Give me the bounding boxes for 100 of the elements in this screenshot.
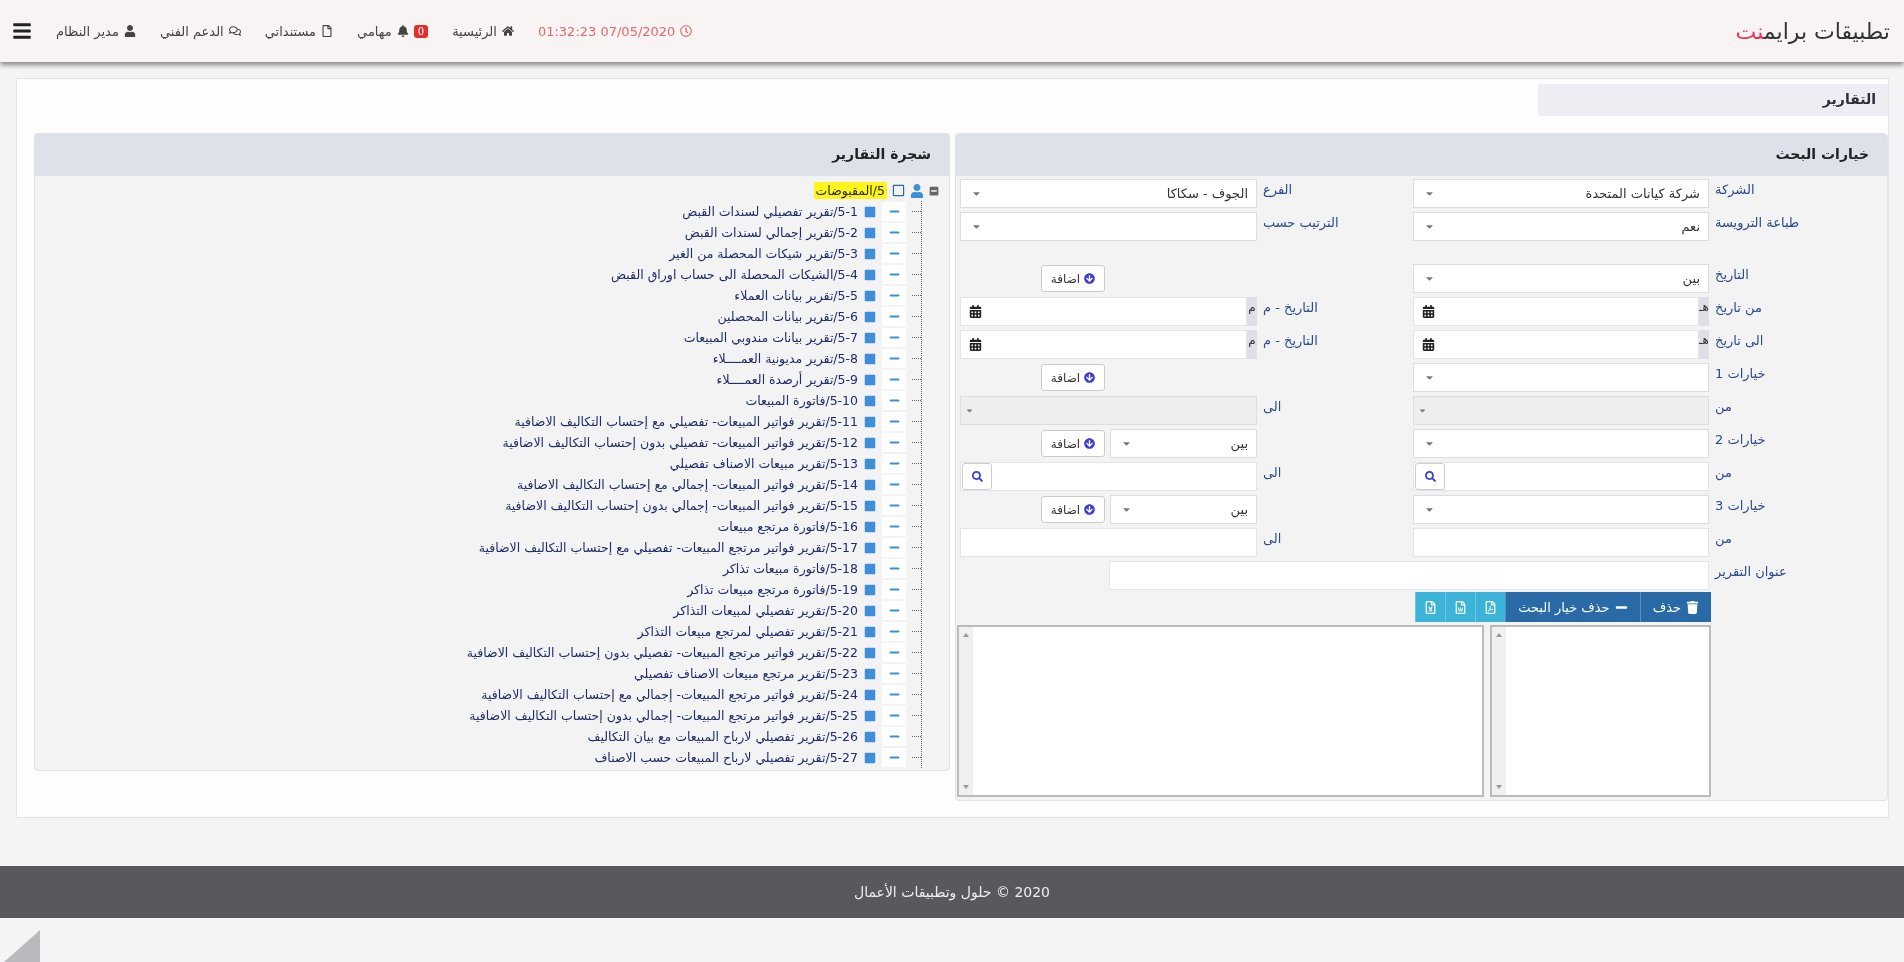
dropdown[interactable]: بين	[1110, 429, 1257, 458]
file-icon	[321, 25, 334, 37]
field-label: الترتيب حسب	[1262, 214, 1340, 233]
input-field[interactable]	[1413, 528, 1709, 557]
tree-item[interactable]: 5-13/تقرير مبيعات الاصناف تفصيلي	[669, 456, 858, 471]
minus-icon	[882, 202, 906, 221]
tree-item[interactable]: 5-14/تقرير فواتير المبيعات- إجمالي مع إحتساب التكاليف الاضافية	[517, 477, 858, 492]
list-box[interactable]	[1490, 625, 1711, 797]
minus-icon	[882, 244, 906, 263]
checkbox[interactable]	[892, 184, 905, 197]
nav-link[interactable]: مهامي	[357, 23, 392, 39]
nav-link[interactable]: الرئيسية	[452, 23, 497, 39]
tree-item[interactable]: 5-9/تقرير أرصدة العمــــلاء	[716, 372, 858, 387]
dropdown[interactable]: الجوف - سكاكا	[960, 179, 1257, 208]
text-area[interactable]	[957, 625, 1484, 797]
search-field[interactable]	[1413, 462, 1709, 491]
dropdown[interactable]	[960, 212, 1257, 241]
tree-item[interactable]: 5-15/تقرير فواتير المبيعات- إجمالي بدون إحتساب التكاليف الاضافية	[505, 498, 858, 513]
search-icon	[971, 471, 983, 482]
tree-item[interactable]: 5-4/الشيكات المحصلة الى حساب اوراق القبض	[611, 267, 858, 282]
dropdown[interactable]: بين	[1413, 264, 1709, 293]
tree-item[interactable]: 5-11/تقرير فواتير المبيعات- تفصيلي مع إحتساب التكاليف الاضافية	[514, 414, 858, 429]
field-label: خيارات 1	[1714, 365, 1767, 383]
tree-item[interactable]: 5-1/تقرير تفصيلي لسندات القبض	[682, 204, 858, 219]
dropdown[interactable]	[1413, 429, 1709, 458]
search-button[interactable]	[962, 463, 992, 490]
search-icon	[1424, 471, 1436, 482]
pdf-button[interactable]	[1475, 592, 1506, 622]
tree-item[interactable]: 5-3/تقرير شيكات المحصلة من الغير	[669, 246, 858, 261]
dropdown[interactable]	[1413, 495, 1709, 524]
input-field[interactable]	[960, 528, 1257, 557]
date-field[interactable]	[1413, 297, 1699, 326]
tree-item[interactable]: 5-20/تقرير تفصيلي لمبيعات التذاكر	[673, 603, 858, 618]
field-label: من تاريخ	[1714, 299, 1763, 318]
minus-icon	[882, 748, 906, 767]
panel-title: شجرة التقارير	[35, 134, 949, 176]
field-label: خيارات 2	[1714, 431, 1767, 449]
date-field[interactable]	[1413, 330, 1699, 359]
circle-arrow-icon	[1084, 372, 1096, 383]
bell-icon	[396, 25, 409, 37]
add-button[interactable]: اضافة	[1041, 496, 1105, 523]
tree-item[interactable]: 5-27/تقرير تفصيلي لارباح المبيعات حسب الاصناف	[594, 750, 858, 765]
tab[interactable]: التقارير	[1538, 84, 1888, 116]
nav-link[interactable]: مدير النظام	[56, 23, 119, 39]
remove-option-button[interactable]: حذف خيار البحث	[1505, 592, 1640, 622]
word-button[interactable]	[1445, 592, 1476, 622]
collapse-icon[interactable]	[929, 185, 939, 196]
tree-item[interactable]: 5-2/تقرير إجمالي لسندات القبض	[684, 225, 858, 240]
dropdown[interactable]: بين	[1110, 495, 1257, 524]
minus-icon	[882, 685, 906, 704]
tree-item[interactable]: 5-24/تقرير فواتير مرتجع المبيعات- إجمالي مع إحتساب التكاليف الاضافية	[481, 687, 858, 702]
caret-icon	[965, 406, 974, 415]
minus-icon	[882, 454, 906, 473]
menu-icon[interactable]	[12, 21, 32, 41]
nav-link[interactable]: مستنداتي	[264, 23, 317, 39]
add-button[interactable]: اضافة	[1041, 430, 1105, 457]
tree-item[interactable]: 5-21/تقرير تفصيلي لمرتجع مبيعات التذاكر	[637, 624, 858, 639]
tree-item[interactable]: 5-26/تقرير تفصيلي لارباح المبيعات مع بيان التكاليف	[587, 729, 858, 744]
add-button[interactable]: اضافة	[1041, 364, 1105, 391]
minus-icon	[882, 349, 906, 368]
date-field[interactable]	[960, 330, 1247, 359]
tree-item[interactable]: 5-6/تقرير بيانات المحصلين	[717, 309, 858, 324]
tree-item[interactable]: 5-22/تقرير فواتير مرتجع المبيعات- تفصيلي بدون إحتساب التكاليف الاضافية	[466, 645, 858, 660]
field-label: الى	[1262, 530, 1283, 548]
dropdown[interactable]: شركة كيانات المتحدة	[1413, 179, 1709, 208]
add-button[interactable]: اضافة	[1041, 265, 1105, 292]
minus-icon	[882, 517, 906, 536]
tree-item[interactable]: 5-8/تقرير مديونية العمــــلاء	[712, 351, 858, 366]
tree-item[interactable]: 5-23/تقرير مرتجع مبيعات الاصناف تفصيلي	[634, 666, 858, 681]
tree-item[interactable]: 5-25/تقرير فواتير مرتجع المبيعات- إجمالي بدون إحتساب التكاليف الاضافية	[469, 708, 858, 723]
excel-button[interactable]	[1415, 592, 1446, 622]
tree-item[interactable]: 5-12/تقرير فواتير المبيعات- تفصيلي بدون إحتساب التكاليف الاضافية	[502, 435, 858, 450]
field-label: الى	[1262, 398, 1283, 416]
delete-button[interactable]: حذف	[1639, 592, 1711, 622]
search-button[interactable]	[1415, 463, 1445, 490]
nav-link[interactable]: الدعم الفني	[159, 23, 224, 39]
count-badge: 0	[413, 24, 429, 38]
input-field[interactable]	[1109, 561, 1709, 590]
scrollbar[interactable]	[959, 627, 973, 795]
scrollbar[interactable]	[1492, 627, 1506, 795]
dropdown[interactable]	[1413, 363, 1709, 392]
tree-item[interactable]: 5-5/تقرير بيانات العملاء	[734, 288, 858, 303]
tree-item[interactable]: 5-16/فاتورة مرتجع مبيعات	[717, 519, 858, 534]
tree-item[interactable]: 5-17/تقرير فواتير مرتجع المبيعات- تفصيلي مع إحتساب التكاليف الاضافية	[478, 540, 858, 555]
minus-icon	[882, 580, 906, 599]
tree-item[interactable]: 5/المقبوضات	[813, 182, 887, 199]
dropdown[interactable]: نعم	[1413, 212, 1709, 241]
date-field[interactable]	[960, 297, 1247, 326]
field-label: عنوان التقرير	[1713, 563, 1788, 582]
tree-item[interactable]: 5-7/تقرير بيانات مندوبي المبيعات	[683, 330, 858, 345]
tree-item[interactable]: 5-19/فاتورة مرتجع مبيعات تذاكر	[687, 582, 858, 597]
user-icon	[123, 25, 136, 37]
search-field[interactable]	[960, 462, 1257, 491]
tree-item[interactable]: 5-18/فاتورة مبيعات تذاكر	[722, 561, 858, 576]
trash-icon	[1686, 600, 1699, 614]
tree-item[interactable]: 5-10/فاتورة المبيعات	[745, 393, 858, 408]
field-label: الفرع	[1262, 181, 1294, 200]
field-label: الى	[1262, 464, 1283, 482]
circle-arrow-icon	[1084, 438, 1096, 449]
minus-icon	[882, 433, 906, 452]
